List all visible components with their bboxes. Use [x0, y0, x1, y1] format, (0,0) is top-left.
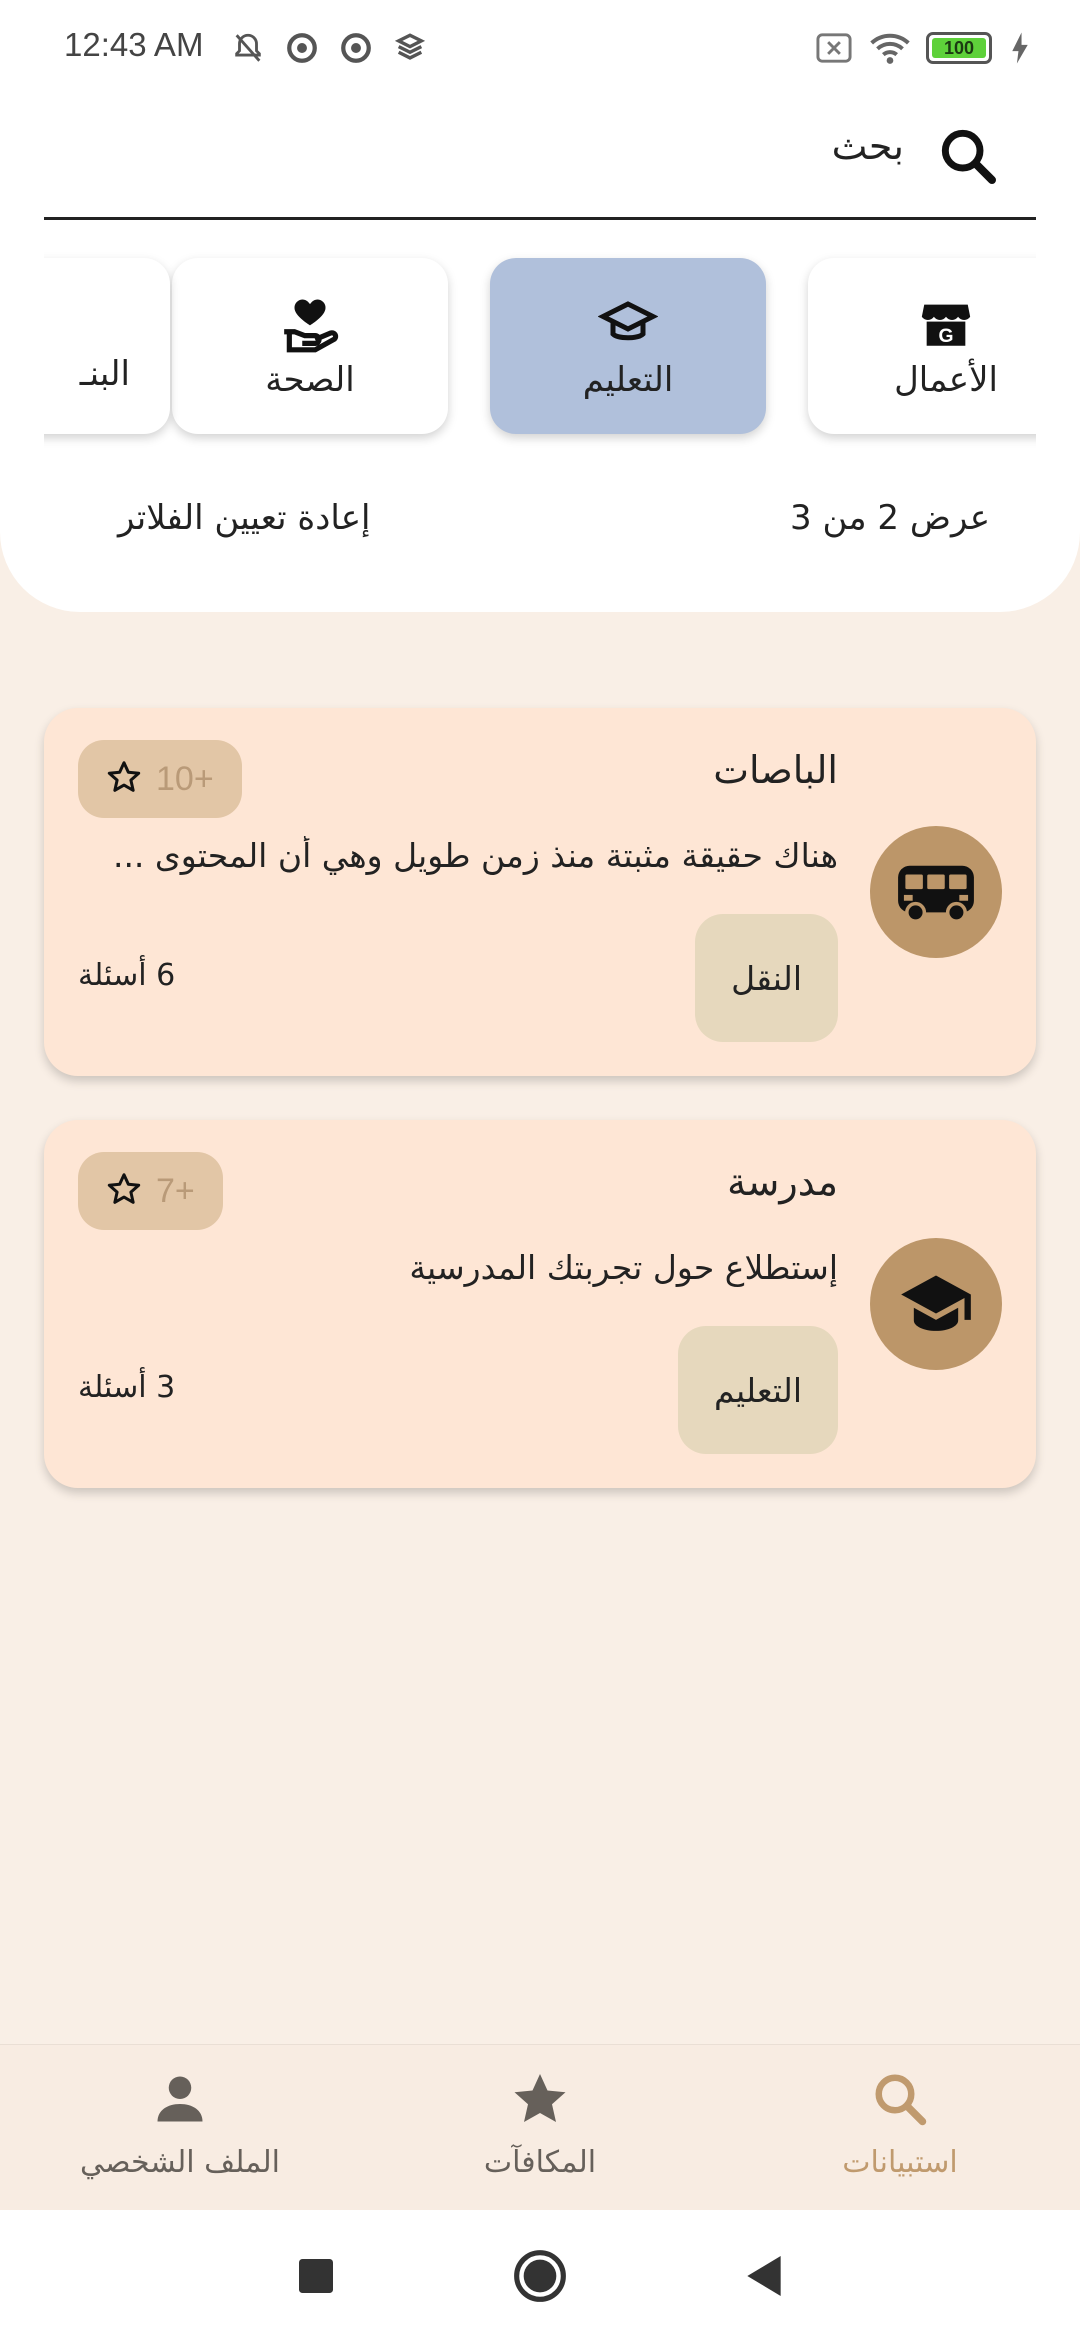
search-label: بحث	[831, 124, 904, 168]
nav-profile[interactable]: الملف الشخصي	[30, 2069, 330, 2180]
category-label: التعليم	[582, 360, 674, 400]
search-icon[interactable]	[936, 124, 1000, 188]
survey-title: الباصات	[713, 748, 838, 792]
system-navigation-bar	[0, 2210, 1080, 2340]
person-icon	[150, 2069, 210, 2133]
question-count: 6 أسئلة	[78, 958, 176, 993]
survey-description: هناك حقيقة مثبتة منذ زمن طويل وهي أن الم…	[112, 836, 838, 875]
nav-rewards[interactable]: المكافآت	[390, 2069, 690, 2180]
survey-card[interactable]: مدرسة إستطلاع حول تجربتك المدرسية 7+ الت…	[44, 1120, 1036, 1488]
points-value: 10+	[156, 759, 214, 798]
nav-label: المكافآت	[483, 2145, 597, 2180]
sync-icon	[336, 28, 376, 68]
search-icon	[870, 2069, 930, 2133]
survey-category-chip: التعليم	[678, 1326, 838, 1454]
category-label: البنـ	[79, 354, 130, 394]
category-health[interactable]: الصحة	[172, 258, 448, 434]
survey-title: مدرسة	[727, 1160, 838, 1204]
category-label: الصحة	[265, 360, 355, 400]
points-badge: 10+	[78, 740, 242, 818]
back-icon[interactable]	[734, 2246, 794, 2306]
star-icon	[510, 2069, 570, 2133]
survey-category-chip: النقل	[695, 914, 838, 1042]
recent-apps-icon[interactable]	[286, 2246, 346, 2306]
points-badge: 7+	[78, 1152, 223, 1230]
category-education[interactable]: التعليم	[490, 258, 766, 434]
reset-filters-button[interactable]: إعادة تعيين الفلاتر	[118, 498, 370, 538]
battery-icon: 100	[926, 32, 992, 64]
points-value: 7+	[156, 1171, 195, 1210]
category-partial[interactable]: البنـ	[44, 258, 170, 434]
nav-label: استبيانات	[842, 2145, 958, 2180]
dropbox-icon	[390, 28, 430, 68]
charging-icon	[1008, 28, 1032, 68]
graduation-cap-icon	[870, 1238, 1002, 1370]
category-filter-strip[interactable]: G الأعمال التعليم الصحة البنـ	[44, 248, 1036, 448]
bottom-navigation: استبيانات المكافآت الملف الشخصي	[0, 2044, 1080, 2210]
star-outline-icon	[106, 759, 142, 799]
wifi-icon	[870, 28, 910, 68]
graduation-cap-icon	[596, 292, 660, 356]
category-business[interactable]: G الأعمال	[808, 258, 1036, 434]
store-icon: G	[914, 292, 978, 356]
category-label: الأعمال	[894, 360, 998, 400]
status-time: 12:43 AM	[64, 26, 204, 63]
svg-text:G: G	[938, 326, 953, 347]
home-icon[interactable]	[510, 2246, 570, 2306]
star-outline-icon	[106, 1171, 142, 1211]
no-sim-icon	[814, 28, 854, 68]
nav-surveys[interactable]: استبيانات	[750, 2069, 1050, 2180]
sync-icon	[282, 28, 322, 68]
battery-level: 100	[943, 37, 975, 58]
status-bar: 12:43 AM 100	[0, 0, 1080, 96]
survey-card[interactable]: الباصات هناك حقيقة مثبتة منذ زمن طويل وه…	[44, 708, 1036, 1076]
survey-description: إستطلاع حول تجربتك المدرسية	[409, 1248, 838, 1287]
question-count: 3 أسئلة	[78, 1370, 176, 1405]
bus-icon	[870, 826, 1002, 958]
results-count: عرض 2 من 3	[790, 498, 990, 538]
heart-hand-icon	[278, 292, 342, 356]
search-bar[interactable]: بحث	[44, 108, 1036, 220]
nav-label: الملف الشخصي	[80, 2145, 280, 2180]
mute-bell-icon	[228, 28, 268, 68]
